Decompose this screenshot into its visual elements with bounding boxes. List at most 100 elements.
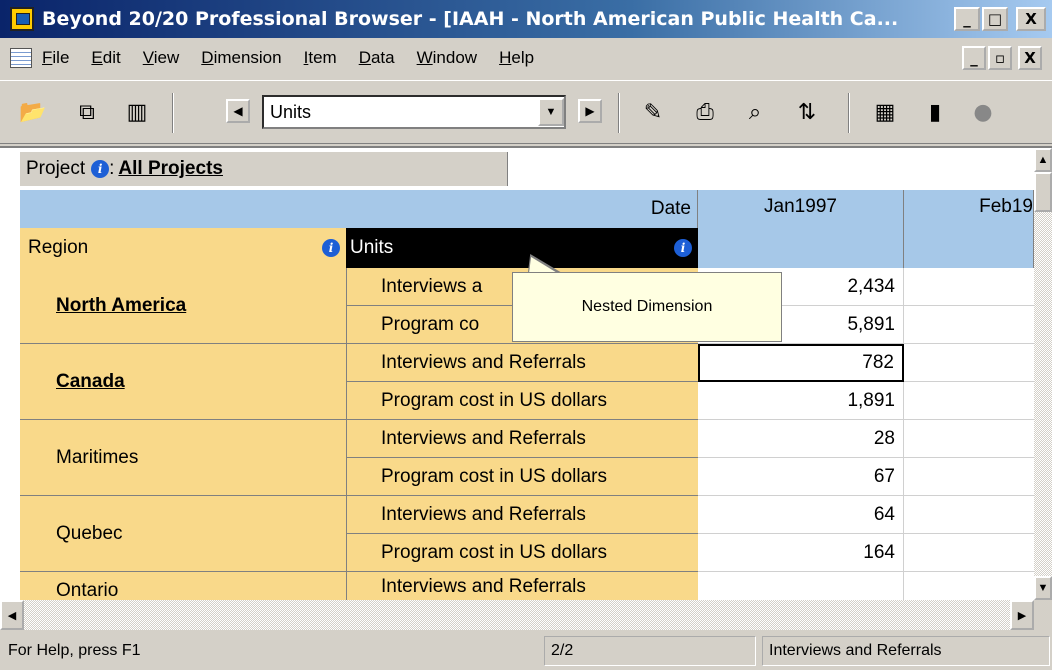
scroll-corner: [1034, 600, 1052, 630]
unit-label: Interviews and Referrals: [381, 351, 586, 373]
info-icon[interactable]: i: [674, 239, 692, 257]
value-cell[interactable]: [904, 420, 1034, 458]
region-header[interactable]: Region i: [20, 228, 346, 268]
unit-label: Interviews and Referrals: [381, 427, 586, 449]
open-icon[interactable]: 📂: [18, 97, 48, 127]
menu-edit[interactable]: Edit: [91, 48, 120, 68]
status-help-text: For Help, press F1: [8, 642, 141, 659]
calculator-icon[interactable]: ▦: [870, 97, 900, 127]
doc-close-button[interactable]: X: [1018, 46, 1042, 70]
menu-bar: File Edit View Dimension Item Data Windo…: [0, 38, 1052, 78]
region-name: Ontario: [56, 580, 119, 601]
close-button[interactable]: X: [1016, 7, 1046, 31]
menu-view[interactable]: View: [143, 48, 180, 68]
menu-dimension[interactable]: Dimension: [201, 48, 281, 68]
doc-restore-button[interactable]: ▫: [988, 46, 1012, 70]
chart-icon[interactable]: ▮: [920, 97, 950, 127]
prev-icon[interactable]: ◀: [226, 99, 250, 123]
menu-help[interactable]: Help: [499, 48, 534, 68]
unit-cell[interactable]: Program cost in US dollars: [346, 458, 698, 496]
column-header-jan1997[interactable]: Jan1997: [698, 190, 904, 268]
vertical-scrollbar[interactable]: ▲ ▼: [1034, 148, 1052, 600]
project-label: Project: [26, 158, 86, 179]
value-cell[interactable]: [904, 458, 1034, 496]
value-cell[interactable]: [904, 306, 1034, 344]
search-icon[interactable]: ⌕: [740, 97, 770, 127]
scroll-up-icon[interactable]: ▲: [1034, 148, 1052, 172]
toolbar: 📂 ⧉ ▥ ◀ Units ▼ ▶ ✎ ⎙ ⌕ ⇅ ▦ ▮ ●: [0, 80, 1052, 144]
status-item-text: Interviews and Referrals: [769, 642, 942, 659]
unit-cell[interactable]: Program cost in US dollars: [346, 534, 698, 572]
menu-window[interactable]: Window: [417, 48, 477, 68]
scroll-down-icon[interactable]: ▼: [1034, 576, 1052, 600]
region-name: North America: [56, 294, 187, 316]
dimension-select-value: Units: [270, 101, 312, 122]
columns-icon[interactable]: ▥: [122, 97, 152, 127]
value-cell[interactable]: [904, 382, 1034, 420]
region-label: Region: [28, 237, 89, 258]
project-value[interactable]: All Projects: [118, 158, 223, 180]
globe-icon[interactable]: ●: [968, 97, 998, 127]
status-page-text: 2/2: [551, 642, 574, 659]
value-text: 1,891: [847, 389, 895, 411]
region-row-north-america[interactable]: North America: [20, 268, 346, 344]
value-cell[interactable]: [904, 534, 1034, 572]
project-colon: :: [109, 158, 115, 179]
scroll-right-icon[interactable]: ▶: [1010, 600, 1034, 630]
unit-label: Program cost in US dollars: [381, 541, 607, 563]
info-icon[interactable]: i: [322, 239, 340, 257]
unit-label: Interviews and Referrals: [381, 576, 586, 597]
unit-cell[interactable]: Interviews and Referrals: [346, 420, 698, 458]
region-row-maritimes[interactable]: Maritimes: [20, 420, 346, 496]
document-icon[interactable]: [10, 48, 32, 68]
value-text: 64: [873, 503, 895, 525]
next-icon[interactable]: ▶: [578, 99, 602, 123]
chevron-down-icon[interactable]: ▼: [538, 98, 564, 126]
value-text: 782: [862, 352, 894, 373]
value-cell-selected[interactable]: 782: [698, 344, 904, 382]
print-icon[interactable]: ⎙: [690, 97, 720, 127]
region-name: Quebec: [56, 522, 123, 544]
value-cell[interactable]: 67: [698, 458, 904, 496]
region-name: Maritimes: [56, 446, 139, 468]
date-header[interactable]: Date: [20, 190, 698, 228]
horizontal-scrollbar[interactable]: ◀ ▶: [0, 600, 1034, 630]
region-row-canada[interactable]: Canada: [20, 344, 346, 420]
dimension-select[interactable]: Units ▼: [262, 95, 566, 129]
status-item: Interviews and Referrals: [762, 636, 1050, 666]
toolbar-separator: [848, 93, 850, 133]
info-icon[interactable]: i: [91, 160, 110, 178]
app-icon[interactable]: [10, 7, 34, 31]
unit-cell[interactable]: Interviews and Referrals: [346, 496, 698, 534]
status-help: For Help, press F1: [2, 636, 538, 666]
menu-data[interactable]: Data: [359, 48, 395, 68]
unit-cell[interactable]: Interviews and Referrals: [346, 344, 698, 382]
project-selector[interactable]: Project i : All Projects: [20, 152, 508, 186]
value-cell[interactable]: [904, 344, 1034, 382]
value-text: 5,891: [847, 313, 895, 335]
scroll-left-icon[interactable]: ◀: [0, 600, 24, 630]
unit-label: Interviews a: [381, 275, 483, 297]
value-cell[interactable]: 1,891: [698, 382, 904, 420]
arrows-icon[interactable]: ⇅: [792, 97, 822, 127]
unit-cell[interactable]: Program cost in US dollars: [346, 382, 698, 420]
value-cell[interactable]: 28: [698, 420, 904, 458]
menu-file[interactable]: File: [42, 48, 69, 68]
maximize-button[interactable]: □: [982, 7, 1008, 31]
menu-item[interactable]: Item: [304, 48, 337, 68]
data-grid[interactable]: Project i : All Projects Date Jan1997 Fe…: [0, 146, 1052, 630]
vertical-scroll-thumb[interactable]: [1034, 172, 1052, 212]
column-header-feb[interactable]: Feb19: [904, 190, 1034, 268]
region-row-quebec[interactable]: Quebec: [20, 496, 346, 572]
copy-icon[interactable]: ⧉: [72, 97, 102, 127]
pencil-icon[interactable]: ✎: [638, 97, 668, 127]
value-cell[interactable]: 164: [698, 534, 904, 572]
doc-minimize-button[interactable]: _: [962, 46, 986, 70]
value-cell[interactable]: 64: [698, 496, 904, 534]
value-text: 67: [873, 465, 895, 487]
minimize-button[interactable]: _: [954, 7, 980, 31]
region-name: Canada: [56, 370, 125, 392]
value-cell[interactable]: [904, 496, 1034, 534]
value-cell[interactable]: [904, 268, 1034, 306]
column-label: Feb19: [979, 196, 1033, 217]
